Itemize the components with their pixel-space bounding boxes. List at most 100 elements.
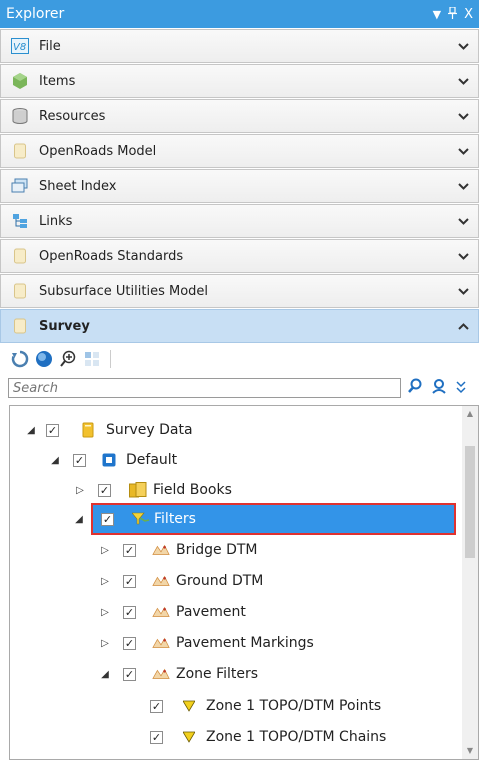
links-icon (11, 212, 29, 230)
dropdown-arrow-icon[interactable]: ▼ (433, 8, 441, 21)
tree-checkbox[interactable]: ✓ (123, 667, 136, 681)
tree-checkbox[interactable]: ✓ (123, 636, 136, 650)
search-input[interactable] (8, 378, 401, 398)
panel-label: Subsurface Utilities Model (39, 283, 209, 299)
funnel-filter-icon (180, 697, 198, 715)
tree-label: Pavement (176, 604, 246, 620)
panel-subsurface-utilities-model[interactable]: Subsurface Utilities Model (0, 274, 479, 308)
tree-row-bridge-dtm[interactable]: ▷ ✓ Bridge DTM (95, 536, 257, 564)
tree-label: Zone Filters (176, 666, 259, 682)
svg-text:V8: V8 (13, 42, 26, 53)
default-icon (100, 451, 118, 469)
panel-label: Sheet Index (39, 178, 117, 194)
window-title: Explorer (6, 6, 65, 22)
tree-checkbox[interactable]: ✓ (123, 543, 136, 557)
expanded-arrow-icon[interactable]: ◢ (45, 455, 65, 466)
dtm-filter-icon (152, 541, 170, 559)
panel-label: Items (39, 73, 76, 89)
tree-label: Survey Data (106, 422, 193, 438)
search-row (8, 377, 479, 399)
chevron-down-icon (458, 110, 472, 123)
survey-toolbar (0, 343, 479, 375)
chevron-down-icon (458, 75, 472, 88)
tree-checkbox[interactable]: ✓ (150, 730, 163, 744)
tree-label: Field Books (153, 482, 232, 498)
tree-label: Zone 1 TOPO/DTM Points (206, 698, 382, 714)
filter-icon (132, 510, 150, 528)
panel-survey[interactable]: Survey (0, 309, 479, 343)
expand-double-chevron-icon[interactable] (455, 379, 467, 398)
refresh-icon[interactable] (10, 349, 30, 369)
scroll-up-arrow-icon[interactable]: ▲ (462, 406, 478, 422)
panel-label: Links (39, 213, 73, 229)
tree-row-default[interactable]: ◢ ✓ Default (45, 446, 177, 474)
openroads-model-icon (11, 142, 29, 160)
tree-row-field-books[interactable]: ▷ ✓ Field Books (70, 476, 232, 504)
tree-checkbox[interactable]: ✓ (101, 512, 114, 526)
dtm-filter-icon (152, 665, 170, 683)
chevron-up-icon (458, 320, 472, 333)
tree-row-pavement-markings[interactable]: ▷ ✓ Pavement Markings (95, 629, 314, 657)
toolbar-divider (110, 350, 111, 368)
openroads-standards-icon (11, 247, 29, 265)
chevron-down-icon (458, 285, 472, 298)
sheet-index-icon (11, 177, 29, 195)
tree-row-pavement[interactable]: ▷ ✓ Pavement (95, 598, 246, 626)
search-actions (407, 378, 467, 398)
tree-row-zone-filters[interactable]: ◢ ✓ Zone Filters (95, 660, 258, 688)
panel-sheet-index[interactable]: Sheet Index (0, 169, 479, 203)
dtm-filter-icon (152, 634, 170, 652)
tree-row-survey-data[interactable]: ◢ ✓ Survey Data (20, 416, 193, 444)
collapsed-arrow-icon[interactable]: ▷ (95, 638, 115, 649)
tree-label: Pavement Markings (176, 635, 314, 651)
items-icon (11, 72, 29, 90)
tree-row-zone1-points[interactable]: ✓ Zone 1 TOPO/DTM Points (150, 692, 381, 720)
collapsed-arrow-icon[interactable]: ▷ (95, 607, 115, 618)
survey-tree-view: ◢ ✓ Survey Data ◢ ✓ Default ▷ ✓ Field Bo… (9, 405, 479, 760)
pin-icon[interactable] (448, 5, 458, 22)
tree-label: Ground DTM (176, 573, 264, 589)
scroll-thumb[interactable] (465, 446, 475, 558)
close-icon[interactable]: X (464, 7, 473, 22)
tree-checkbox[interactable]: ✓ (73, 453, 86, 467)
tree-scrollbar[interactable]: ▲ ▼ (462, 406, 478, 759)
tree-checkbox[interactable]: ✓ (46, 423, 59, 437)
collapsed-arrow-icon[interactable]: ▷ (95, 545, 115, 556)
collapsed-arrow-icon[interactable]: ▷ (95, 576, 115, 587)
zoom-in-icon[interactable] (58, 349, 78, 369)
funnel-filter-icon (180, 728, 198, 746)
user-search-icon[interactable] (431, 378, 447, 398)
panel-resources[interactable]: Resources (0, 99, 479, 133)
panel-links[interactable]: Links (0, 204, 479, 238)
survey-data-icon (79, 421, 97, 439)
tree-row-filters[interactable]: ◢ ✓ Filters (75, 503, 456, 535)
dtm-filter-icon (152, 572, 170, 590)
search-icon[interactable] (407, 378, 423, 398)
tree-row-ground-dtm[interactable]: ▷ ✓ Ground DTM (95, 567, 263, 595)
tree-checkbox[interactable]: ✓ (150, 699, 163, 713)
chevron-down-icon (458, 250, 472, 263)
panel-items[interactable]: Items (0, 64, 479, 98)
panel-label: Resources (39, 108, 106, 124)
panel-openroads-standards[interactable]: OpenRoads Standards (0, 239, 479, 273)
grid-view-icon[interactable] (82, 349, 102, 369)
tree-checkbox[interactable]: ✓ (123, 605, 136, 619)
panel-openroads-model[interactable]: OpenRoads Model (0, 134, 479, 168)
panel-label: Survey (39, 318, 90, 334)
collapsed-arrow-icon[interactable]: ▷ (70, 485, 90, 496)
tree-checkbox[interactable]: ✓ (98, 483, 111, 497)
chevron-down-icon (458, 145, 472, 158)
v8-file-icon: V8 (11, 37, 29, 55)
tree-checkbox[interactable]: ✓ (123, 574, 136, 588)
expanded-arrow-icon[interactable]: ◢ (95, 669, 115, 680)
tree-label: Filters (154, 511, 196, 527)
expanded-arrow-icon[interactable]: ◢ (20, 425, 42, 436)
globe-icon[interactable] (34, 349, 54, 369)
explorer-title-bar: Explorer ▼ X (0, 0, 479, 28)
scroll-down-arrow-icon[interactable]: ▼ (462, 743, 478, 759)
tree-row-zone1-chains[interactable]: ✓ Zone 1 TOPO/DTM Chains (150, 723, 386, 751)
panel-file[interactable]: V8 File (0, 29, 479, 63)
expanded-arrow-icon[interactable]: ◢ (73, 514, 85, 525)
survey-icon (11, 317, 29, 335)
tree-label: Default (126, 452, 178, 468)
